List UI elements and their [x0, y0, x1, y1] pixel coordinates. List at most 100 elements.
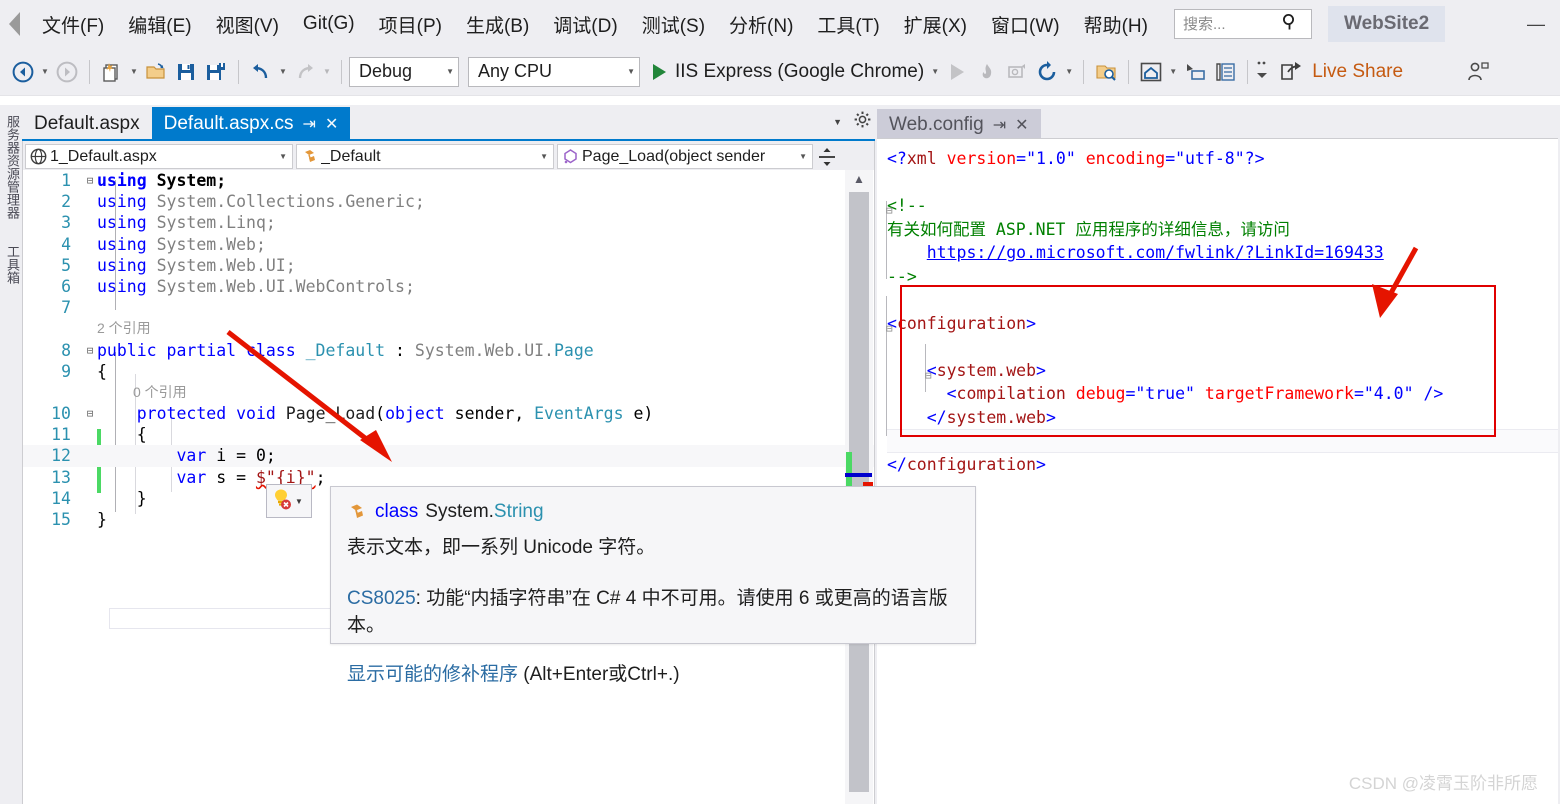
fold-icon[interactable]: ⊟	[83, 170, 97, 191]
scroll-up-arrow-icon[interactable]: ▲	[845, 170, 873, 188]
class-scope-combo[interactable]: _Default ▼	[296, 144, 554, 169]
tab-web-config[interactable]: Web.config ⇥ ✕	[877, 109, 1041, 141]
new-item-dropdown-icon[interactable]: ▼	[127, 57, 141, 87]
chevron-down-icon[interactable]: ▼	[436, 67, 454, 76]
live-share-button[interactable]: Live Share	[1279, 61, 1403, 83]
split-window-icon[interactable]	[816, 144, 838, 169]
window-layout-icon[interactable]	[1180, 57, 1210, 87]
new-item-icon[interactable]	[97, 57, 127, 87]
codelens-row[interactable]: 2 个引用	[23, 318, 874, 339]
file-scope-combo[interactable]: 1_Default.aspx ▼	[25, 144, 293, 169]
undo-icon[interactable]	[246, 57, 276, 87]
sidebar-item-server-explorer[interactable]: 服务器资源管理器	[3, 115, 22, 219]
minimize-button[interactable]: —	[1522, 12, 1550, 36]
refresh-icon[interactable]	[1032, 57, 1062, 87]
fold-icon[interactable]: ⊟	[83, 340, 97, 361]
web-config-editor-pane[interactable]: <?xml version="1.0" encoding="utf-8"?> ⊟…	[877, 138, 1560, 804]
search-icon[interactable]	[1281, 13, 1299, 36]
menu-item-project[interactable]: 项目(P)	[367, 7, 454, 42]
toolbar-separator	[1128, 59, 1130, 84]
pin-icon[interactable]: ⇥	[303, 114, 316, 134]
code-line[interactable]: 7	[23, 297, 874, 318]
pin-icon[interactable]: ⇥	[993, 115, 1006, 135]
code-line[interactable]: 2 using System.Collections.Generic;	[23, 191, 874, 212]
menu-item-debug[interactable]: 调试(D)	[541, 7, 629, 42]
open-folder-icon[interactable]	[141, 57, 171, 87]
close-icon[interactable]: ✕	[1015, 115, 1028, 135]
doc-link[interactable]: https://go.microsoft.com/fwlink/?LinkId=…	[927, 243, 1384, 262]
close-icon[interactable]: ✕	[325, 114, 338, 134]
show-potential-fixes-link[interactable]: 显示可能的修补程序	[347, 664, 518, 685]
redo-dropdown-icon[interactable]: ▼	[320, 57, 334, 87]
code-line[interactable]: 11 {	[23, 424, 874, 445]
chevron-down-icon[interactable]: ▼	[617, 67, 635, 76]
code-line[interactable]: 13 var s = $"{i}";	[23, 467, 874, 488]
code-line[interactable]: 1 ⊟ using System;	[23, 170, 874, 191]
member-scope-combo[interactable]: Page_Load(object sender ▼	[557, 144, 813, 169]
back-chevron-icon[interactable]	[0, 0, 30, 48]
start-page-dropdown-icon[interactable]: ▼	[1166, 57, 1180, 87]
attach-process-icon[interactable]	[1002, 57, 1032, 87]
redo-icon[interactable]	[290, 57, 320, 87]
undo-dropdown-icon[interactable]: ▼	[276, 57, 290, 87]
search-input[interactable]	[1180, 14, 1281, 34]
account-icon[interactable]	[1463, 57, 1493, 87]
hot-reload-icon[interactable]	[972, 57, 1002, 87]
save-all-icon[interactable]	[201, 57, 231, 87]
code-line[interactable]: 9 {	[23, 361, 874, 382]
chevron-down-icon[interactable]: ▼	[833, 117, 842, 127]
chevron-down-icon[interactable]: ▼	[295, 497, 303, 506]
navigate-forward-icon[interactable]	[52, 57, 82, 87]
toolbar-separator	[238, 59, 239, 84]
start-debugging-dropdown-icon[interactable]: ▼	[928, 57, 942, 87]
code-line[interactable]: 5 using System.Web.UI;	[23, 255, 874, 276]
menu-item-test[interactable]: 测试(S)	[630, 7, 717, 42]
line-text: using System.Web;	[97, 234, 266, 254]
menu-item-extensions[interactable]: 扩展(X)	[892, 7, 979, 42]
code-line[interactable]: 4 using System.Web;	[23, 234, 874, 255]
menu-item-window[interactable]: 窗口(W)	[979, 7, 1072, 42]
menu-item-build[interactable]: 生成(B)	[454, 7, 541, 42]
chevron-down-icon[interactable]: ▼	[537, 152, 551, 161]
menu-item-view[interactable]: 视图(V)	[204, 7, 291, 42]
codelens-references[interactable]: 0 个引用	[97, 382, 187, 403]
code-line[interactable]: 6 using System.Web.UI.WebControls;	[23, 276, 874, 297]
lightbulb-error-icon[interactable]	[269, 487, 293, 516]
start-debugging-button[interactable]: IIS Express (Google Chrome)	[649, 56, 928, 88]
start-page-icon[interactable]	[1136, 57, 1166, 87]
sidebar-item-toolbox[interactable]: 工具箱	[3, 245, 22, 284]
code-line[interactable]: 8 ⊟ public partial class _Default : Syst…	[23, 340, 874, 361]
search-box[interactable]	[1173, 9, 1312, 39]
navigate-back-dropdown-icon[interactable]: ▼	[38, 57, 52, 87]
chevron-down-icon[interactable]: ▼	[276, 152, 290, 161]
xml-line: <compilation debug="true" targetFramewor…	[946, 384, 1444, 403]
find-in-files-icon[interactable]	[1091, 57, 1121, 87]
codelens-row[interactable]: 0 个引用	[23, 382, 874, 403]
chevron-down-icon[interactable]: ▼	[796, 152, 810, 161]
solution-explorer-icon[interactable]	[1210, 57, 1240, 87]
platform-combo[interactable]: Any CPU ▼	[468, 56, 640, 87]
xml-line[interactable]: https://go.microsoft.com/fwlink/?LinkId=…	[887, 241, 1560, 265]
code-line-current[interactable]: 12 var i = 0;	[23, 445, 874, 467]
menu-item-edit[interactable]: 编辑(E)	[116, 7, 203, 42]
codelens-references[interactable]: 2 个引用	[97, 318, 151, 339]
tab-default-aspx-cs[interactable]: Default.aspx.cs ⇥ ✕	[151, 107, 351, 141]
menu-item-tools[interactable]: 工具(T)	[805, 7, 891, 42]
refresh-dropdown-icon[interactable]: ▼	[1062, 57, 1076, 87]
code-line[interactable]: 10 ⊟ protected void Page_Load(object sen…	[23, 403, 874, 424]
tab-default-aspx[interactable]: Default.aspx	[22, 107, 152, 141]
menu-item-git[interactable]: Git(G)	[291, 9, 367, 39]
play-dim-icon[interactable]	[942, 57, 972, 87]
menu-item-file[interactable]: 文件(F)	[30, 7, 116, 42]
gear-icon[interactable]	[854, 111, 871, 132]
xml-line: -->	[887, 266, 917, 286]
overflow-icon[interactable]	[1255, 57, 1269, 87]
menu-item-analyze[interactable]: 分析(N)	[717, 7, 805, 42]
configuration-combo[interactable]: Debug ▼	[349, 56, 459, 87]
navigate-back-icon[interactable]	[8, 57, 38, 87]
fold-icon[interactable]: ⊟	[83, 403, 97, 424]
save-icon[interactable]	[171, 57, 201, 87]
code-line[interactable]: 3 using System.Linq;	[23, 212, 874, 233]
menu-item-help[interactable]: 帮助(H)	[1072, 7, 1160, 42]
quick-actions-bulb[interactable]: ▼	[266, 484, 312, 518]
